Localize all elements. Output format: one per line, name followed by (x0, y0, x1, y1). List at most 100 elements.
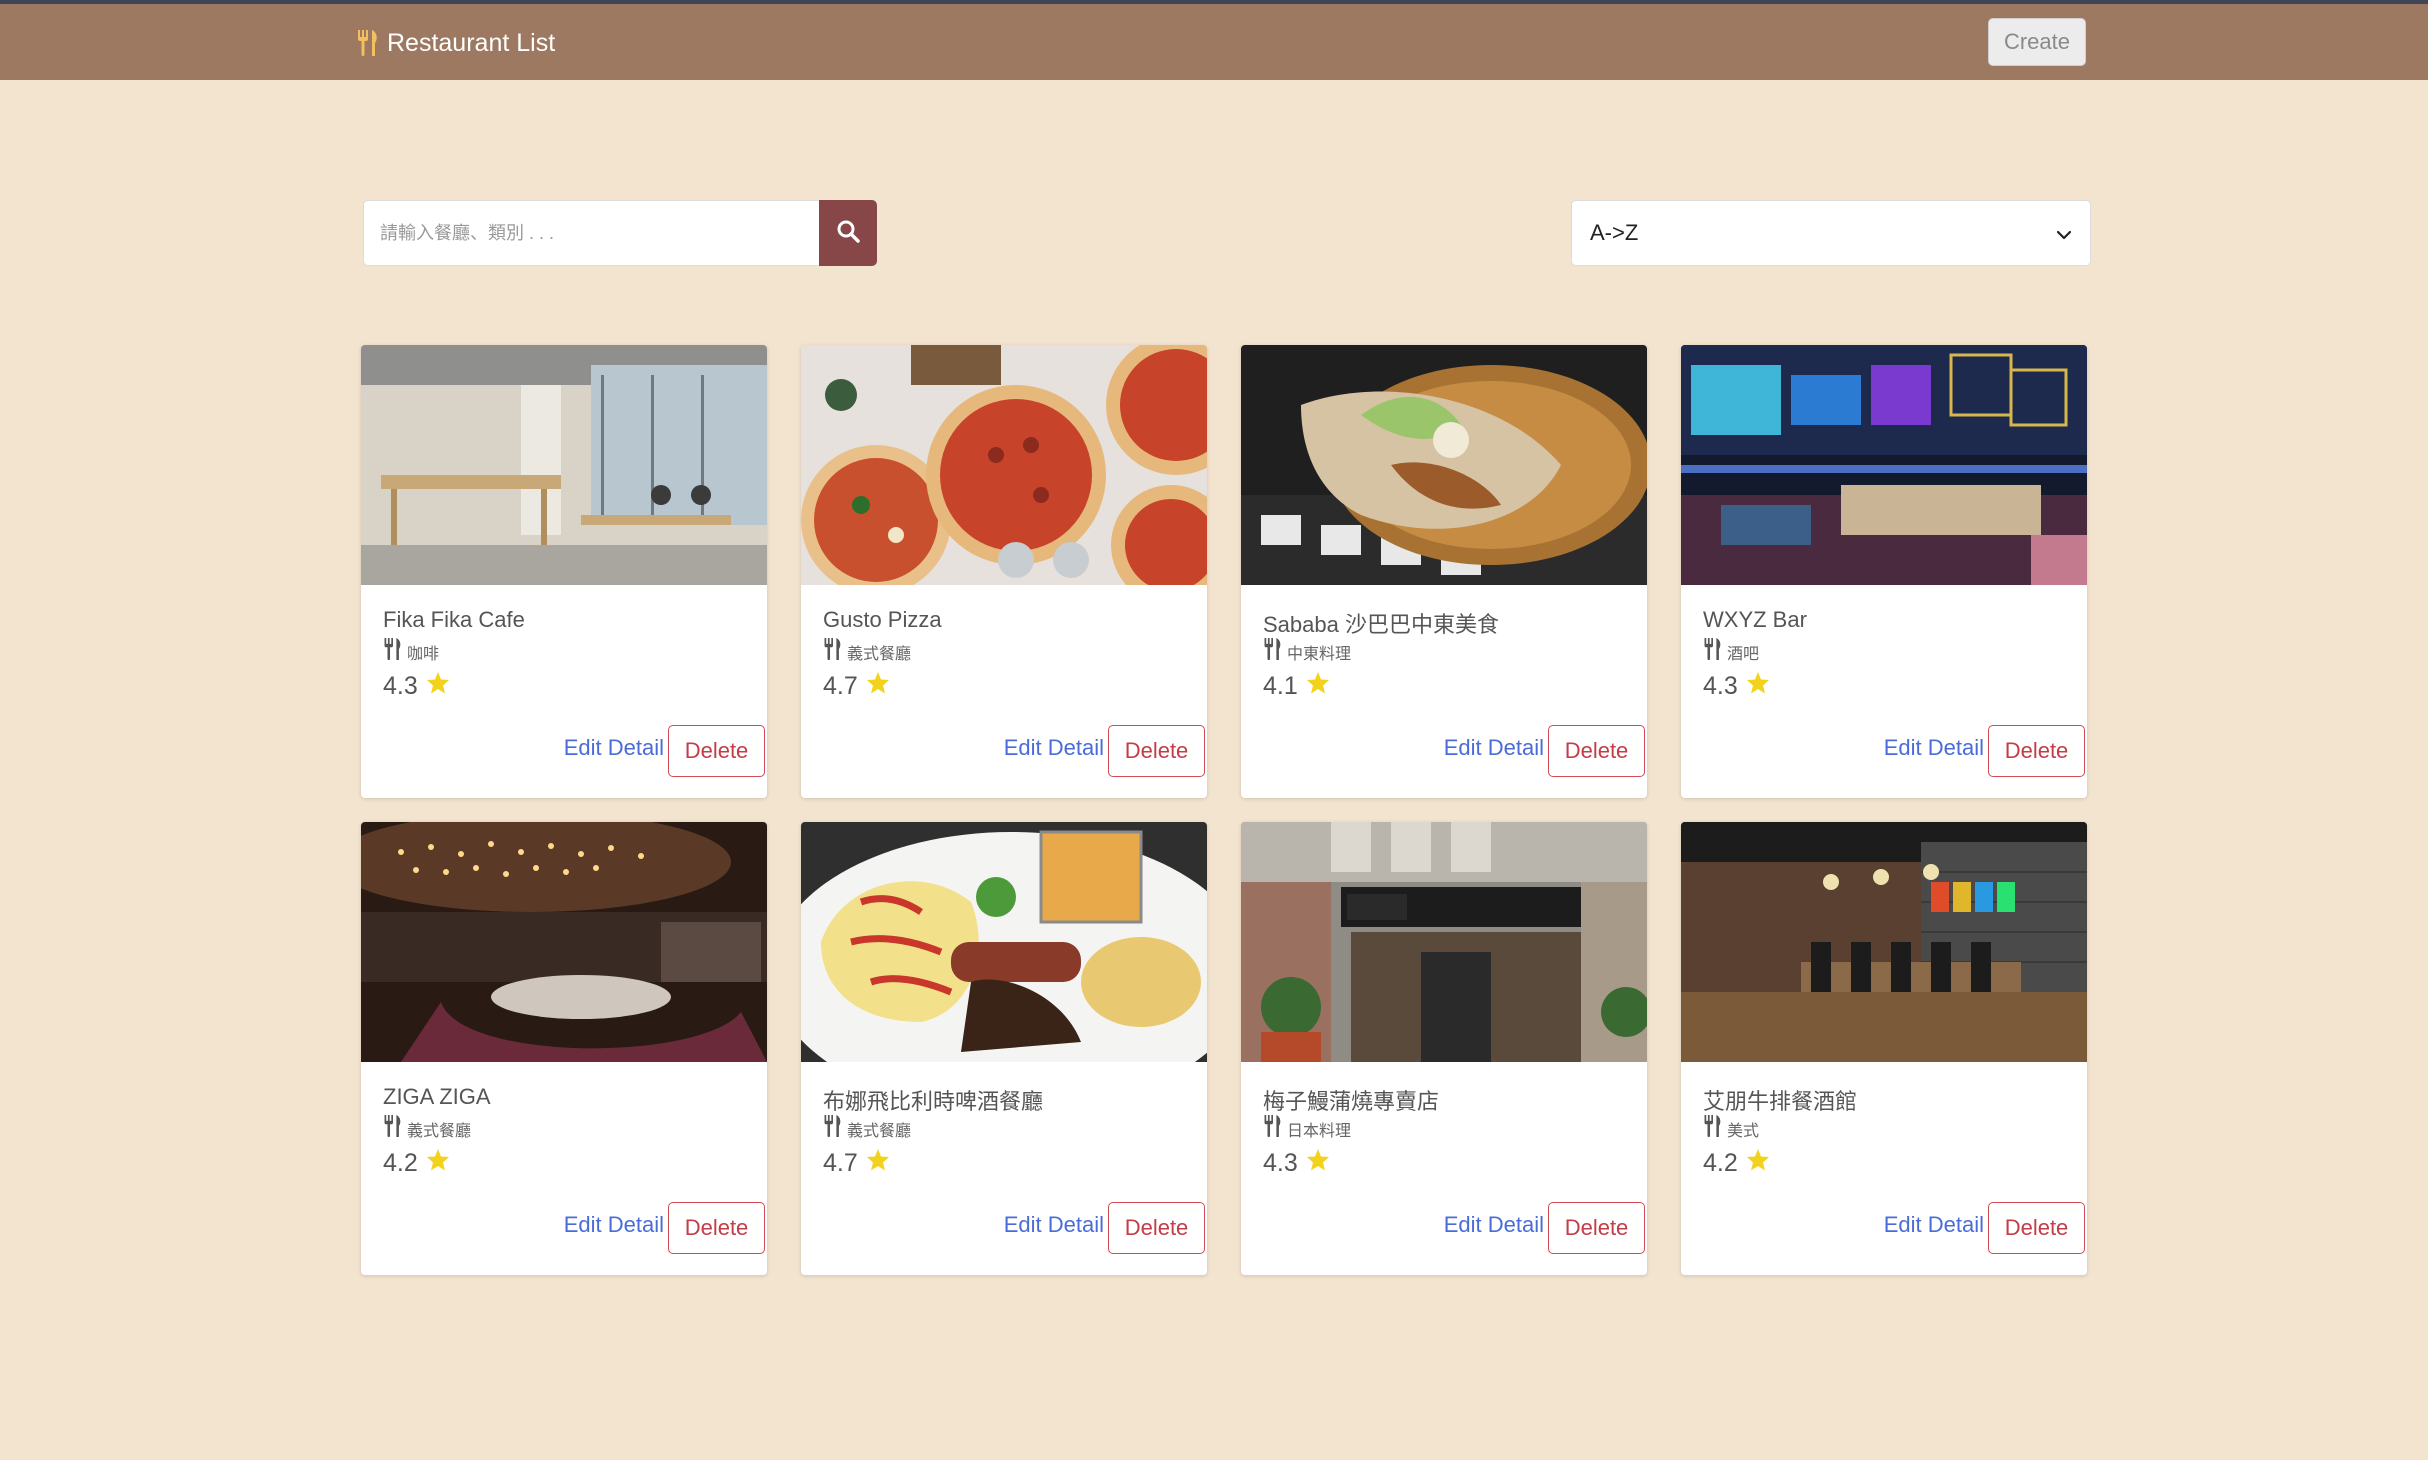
chevron-down-icon (2056, 220, 2072, 246)
category-label: 中東料理 (1287, 645, 1352, 663)
category-label: 義式餐廳 (847, 645, 912, 663)
restaurant-card[interactable]: 布娜飛比利時啤酒餐廳 義式餐廳 4.7 Edit Detail Delete (801, 822, 1207, 1275)
restaurant-category: 義式餐廳 (823, 638, 911, 665)
restaurant-photo[interactable] (1241, 345, 1647, 585)
restaurant-category: 義式餐廳 (383, 1115, 471, 1142)
restaurant-category: 美式 (1703, 1115, 1759, 1142)
category-label: 義式餐廳 (407, 1122, 472, 1140)
brand-title: Restaurant List (387, 28, 556, 57)
sort-selected-value: A->Z (1590, 220, 1639, 245)
restaurant-name: Fika Fika Cafe (383, 607, 525, 632)
utensils-icon (1703, 1115, 1723, 1142)
restaurant-category: 義式餐廳 (823, 1115, 911, 1142)
restaurant-card[interactable]: Gusto Pizza 義式餐廳 4.7 Edit Detail Delete (801, 345, 1207, 798)
delete-button[interactable]: Delete (1988, 725, 2085, 777)
restaurant-category: 咖啡 (383, 638, 439, 665)
restaurant-grid: Fika Fika Cafe 咖啡 4.3 Edit Detail Delete (361, 345, 2087, 1275)
delete-button[interactable]: Delete (668, 1202, 765, 1254)
rating-value: 4.3 (1263, 1149, 1298, 1177)
edit-detail-link[interactable]: Edit Detail (564, 1212, 664, 1238)
create-button[interactable]: Create (1988, 18, 2086, 66)
restaurant-photo[interactable] (1241, 822, 1647, 1062)
utensils-icon (1703, 638, 1723, 665)
edit-detail-link[interactable]: Edit Detail (1884, 1212, 1984, 1238)
star-icon (866, 671, 890, 702)
restaurant-category: 日本料理 (1263, 1115, 1351, 1142)
edit-detail-link[interactable]: Edit Detail (1004, 735, 1104, 761)
edit-detail-link[interactable]: Edit Detail (564, 735, 664, 761)
category-label: 咖啡 (407, 645, 440, 663)
rating-value: 4.3 (383, 672, 418, 700)
restaurant-rating: 4.1 (1263, 671, 1330, 702)
delete-button[interactable]: Delete (1988, 1202, 2085, 1254)
restaurant-rating: 4.2 (1703, 1148, 1770, 1179)
category-label: 美式 (1727, 1122, 1760, 1140)
rating-value: 4.2 (1703, 1149, 1738, 1177)
category-label: 酒吧 (1727, 645, 1760, 663)
restaurant-card[interactable]: ZIGA ZIGA 義式餐廳 4.2 Edit Detail Delete (361, 822, 767, 1275)
edit-detail-link[interactable]: Edit Detail (1444, 1212, 1544, 1238)
star-icon (1746, 671, 1770, 702)
rating-value: 4.7 (823, 1149, 858, 1177)
star-icon (1746, 1148, 1770, 1179)
rating-value: 4.7 (823, 672, 858, 700)
restaurant-category: 酒吧 (1703, 638, 1759, 665)
restaurant-photo[interactable] (801, 345, 1207, 585)
restaurant-card[interactable]: Fika Fika Cafe 咖啡 4.3 Edit Detail Delete (361, 345, 767, 798)
restaurant-name: 梅子鰻蒲燒專賣店 (1263, 1089, 1440, 1114)
utensils-icon (1263, 638, 1283, 665)
restaurant-card[interactable]: WXYZ Bar 酒吧 4.3 Edit Detail Delete (1681, 345, 2087, 798)
restaurant-rating: 4.7 (823, 671, 890, 702)
star-icon (1306, 1148, 1330, 1179)
utensils-icon (1263, 1115, 1283, 1142)
delete-button[interactable]: Delete (1548, 1202, 1645, 1254)
rating-value: 4.3 (1703, 672, 1738, 700)
restaurant-photo[interactable] (361, 345, 767, 585)
restaurant-name: WXYZ Bar (1703, 607, 1807, 632)
star-icon (426, 671, 450, 702)
star-icon (1306, 671, 1330, 702)
utensils-icon (383, 1115, 403, 1142)
edit-detail-link[interactable]: Edit Detail (1444, 735, 1544, 761)
brand[interactable]: Restaurant List (357, 26, 555, 60)
restaurant-name: 布娜飛比利時啤酒餐廳 (823, 1089, 1044, 1114)
star-icon (426, 1148, 450, 1179)
restaurant-photo[interactable] (1681, 822, 2087, 1062)
restaurant-photo[interactable] (1681, 345, 2087, 585)
navbar: Restaurant List Create (0, 4, 2428, 80)
edit-detail-link[interactable]: Edit Detail (1884, 735, 1984, 761)
category-label: 日本料理 (1287, 1122, 1352, 1140)
search-button[interactable] (819, 200, 877, 266)
restaurant-category: 中東料理 (1263, 638, 1351, 665)
utensils-icon (357, 30, 379, 56)
search-bar (363, 200, 877, 266)
restaurant-card[interactable]: Sababa 沙巴巴中東美食 中東料理 4.1 Edit Detail Dele… (1241, 345, 1647, 798)
restaurant-name: Gusto Pizza (823, 607, 942, 632)
utensils-icon (823, 1115, 843, 1142)
delete-button[interactable]: Delete (668, 725, 765, 777)
restaurant-name: 艾朋牛排餐酒館 (1703, 1089, 1858, 1114)
restaurant-name: ZIGA ZIGA (383, 1084, 491, 1109)
rating-value: 4.2 (383, 1149, 418, 1177)
edit-detail-link[interactable]: Edit Detail (1004, 1212, 1104, 1238)
restaurant-card[interactable]: 艾朋牛排餐酒館 美式 4.2 Edit Detail Delete (1681, 822, 2087, 1275)
restaurant-rating: 4.3 (383, 671, 450, 702)
restaurant-rating: 4.2 (383, 1148, 450, 1179)
star-icon (866, 1148, 890, 1179)
search-icon (836, 219, 860, 248)
restaurant-photo[interactable] (361, 822, 767, 1062)
restaurant-name: Sababa 沙巴巴中東美食 (1263, 612, 1499, 637)
restaurant-photo[interactable] (801, 822, 1207, 1062)
delete-button[interactable]: Delete (1548, 725, 1645, 777)
category-label: 義式餐廳 (847, 1122, 912, 1140)
rating-value: 4.1 (1263, 672, 1298, 700)
utensils-icon (823, 638, 843, 665)
search-input[interactable] (363, 200, 819, 266)
restaurant-rating: 4.3 (1703, 671, 1770, 702)
utensils-icon (383, 638, 403, 665)
restaurant-rating: 4.7 (823, 1148, 890, 1179)
delete-button[interactable]: Delete (1108, 1202, 1205, 1254)
delete-button[interactable]: Delete (1108, 725, 1205, 777)
restaurant-card[interactable]: 梅子鰻蒲燒專賣店 日本料理 4.3 Edit Detail Delete (1241, 822, 1647, 1275)
sort-select[interactable]: A->Z (1571, 200, 2091, 266)
